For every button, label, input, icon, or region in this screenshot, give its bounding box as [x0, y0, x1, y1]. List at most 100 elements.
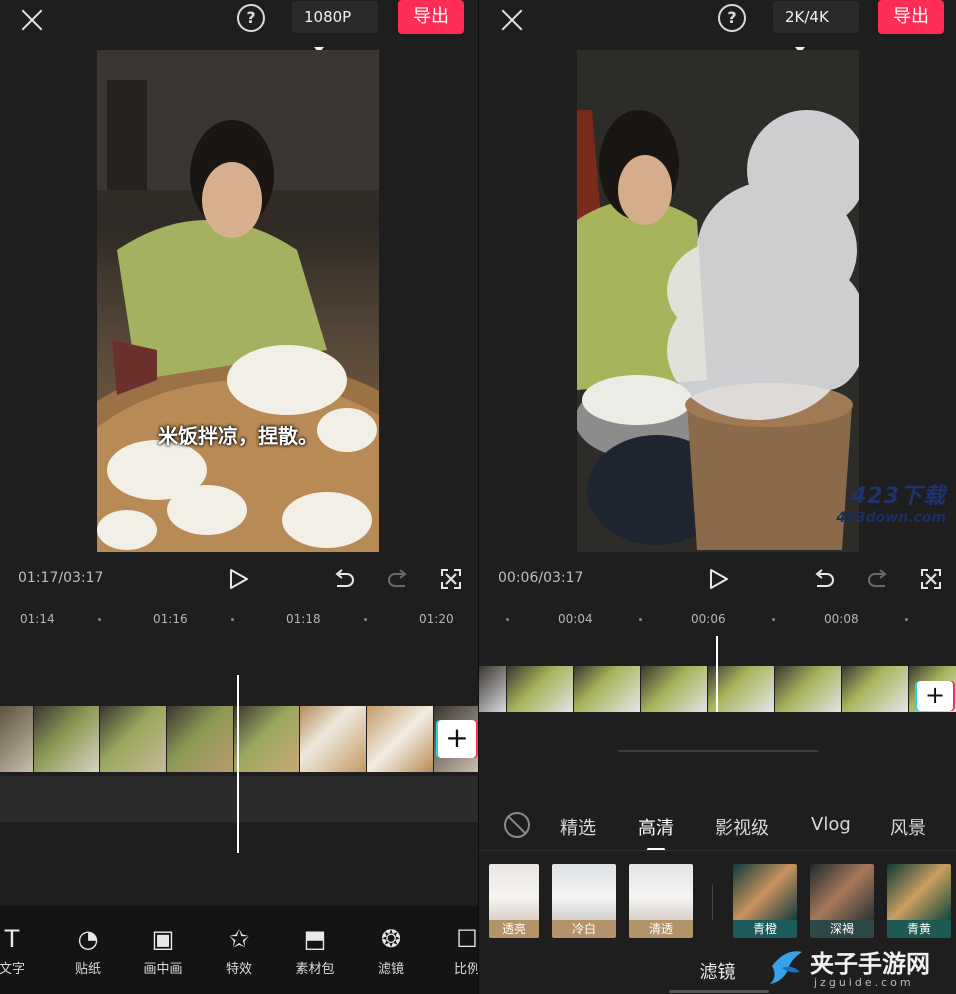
filter-icon: ❂: [380, 925, 402, 953]
clip-frame: [300, 706, 366, 772]
tool-label: 比例: [453, 962, 478, 977]
watermark-url: jzguide.com: [814, 976, 914, 989]
filter-thumb[interactable]: 清透: [629, 864, 693, 938]
divider: [479, 850, 956, 851]
preview-scene: [97, 50, 379, 552]
filter-label: 深褐: [810, 920, 874, 938]
filter-label: 冷白: [552, 920, 616, 938]
watermark-423down: 423下载 423down.com: [836, 478, 946, 526]
ruler-label: 00:06: [691, 612, 726, 626]
undo-icon[interactable]: [813, 568, 835, 590]
home-indicator: [669, 990, 769, 993]
undo-icon[interactable]: [333, 568, 355, 590]
filter-preview: [629, 864, 693, 920]
filter-label: 青橙: [733, 920, 797, 938]
filter-label: 清透: [629, 920, 693, 938]
jz-logo-icon: [770, 951, 802, 984]
no-filter-icon[interactable]: [504, 812, 530, 838]
export-button[interactable]: 导出: [398, 0, 464, 34]
audio-lane[interactable]: [0, 776, 478, 822]
clip-frame: [507, 666, 573, 712]
clip-frame: [367, 706, 433, 772]
timecode: 01:17/03:17: [18, 570, 104, 586]
fullscreen-icon[interactable]: [920, 568, 942, 590]
watermark-jzguide: 夹子手游网 jzguide.com: [768, 940, 956, 994]
tool-label: 特效: [225, 962, 252, 977]
clip-frame: [479, 666, 506, 712]
tab-category[interactable]: 高清: [638, 814, 674, 840]
filter-thumb[interactable]: 冷白: [552, 864, 616, 938]
ruler-dot: [639, 618, 642, 621]
ruler-label: 01:16: [153, 612, 188, 626]
ruler-dot: [231, 618, 234, 621]
clip-frame: [842, 666, 908, 712]
clip-frame: [234, 706, 299, 772]
tool-sticker[interactable]: ◔ 贴纸: [58, 924, 118, 977]
preview-scene: [577, 50, 859, 552]
help-icon[interactable]: ?: [237, 4, 265, 32]
left-editor-panel: ? 1080P 导出 米饭拌凉，捏散。 01:17/03:17 01:14 01…: [0, 0, 478, 994]
ruler-label: 01:14: [20, 612, 55, 626]
tool-label: 贴纸: [74, 962, 101, 977]
filter-thumb[interactable]: 青黄: [887, 864, 951, 938]
ruler-dot: [506, 618, 509, 621]
divider: [712, 884, 713, 920]
filter-thumb[interactable]: 透亮: [489, 864, 539, 938]
filter-preview: [489, 864, 539, 920]
tool-text[interactable]: T 文字: [0, 924, 42, 977]
close-icon[interactable]: [18, 6, 46, 34]
resolution-label: 2K/4K: [785, 8, 829, 26]
clip-frame: [0, 706, 33, 772]
ruler-dot: [364, 618, 367, 621]
video-subtitle: 米饭拌凉，捏散。: [158, 424, 318, 448]
watermark-url: 423down.com: [836, 510, 946, 526]
export-button[interactable]: 导出: [878, 0, 944, 34]
ruler-dot: [905, 618, 908, 621]
add-clip-button[interactable]: +: [438, 720, 476, 758]
close-icon[interactable]: [498, 6, 526, 34]
filter-thumb[interactable]: 深褐: [810, 864, 874, 938]
tool-effects[interactable]: ✩ 特效: [209, 924, 269, 977]
play-icon[interactable]: [229, 568, 249, 590]
clip-frame: [34, 706, 99, 772]
filter-preview: [810, 864, 874, 920]
video-preview: [577, 50, 859, 552]
filter-adjust-track[interactable]: [618, 750, 818, 752]
tool-pip[interactable]: ▣ 画中画: [133, 924, 193, 977]
redo-icon[interactable]: [867, 568, 889, 590]
watermark-site-name: 夹子手游网: [810, 949, 930, 978]
tab-category[interactable]: 风景: [890, 814, 926, 840]
tool-label: 画中画: [143, 962, 183, 977]
resolution-dropdown[interactable]: 2K/4K: [773, 1, 859, 53]
ruler-dot: [98, 618, 101, 621]
resolution-dropdown[interactable]: 1080P: [292, 1, 378, 53]
tool-filter[interactable]: ❂ 滤镜: [361, 924, 421, 977]
watermark-logo-text: 423下载: [851, 484, 946, 509]
help-icon[interactable]: ?: [718, 4, 746, 32]
filter-category-tabs: 精选 高清 影视级 Vlog 风景: [479, 808, 956, 851]
tool-ratio[interactable]: ☐ 比例: [437, 924, 478, 977]
redo-icon[interactable]: [387, 568, 409, 590]
material-pack-icon: ⬒: [303, 925, 327, 953]
playhead[interactable]: [237, 675, 239, 853]
add-clip-button[interactable]: +: [917, 681, 953, 711]
ruler-label: 01:20: [419, 612, 454, 626]
tab-category[interactable]: 精选: [560, 814, 596, 840]
tool-label: 素材包: [295, 962, 335, 977]
playhead[interactable]: [716, 636, 718, 712]
tab-category[interactable]: Vlog: [811, 814, 851, 835]
effects-icon: ✩: [228, 925, 250, 953]
time-ruler[interactable]: 01:14 01:16 01:18 01:20: [0, 606, 478, 632]
tab-category[interactable]: 影视级: [715, 814, 769, 840]
ratio-icon: ☐: [456, 925, 478, 953]
time-ruler[interactable]: 00:04 00:06 00:08: [479, 606, 956, 632]
clip-frame: [574, 666, 640, 712]
clip-frame: [641, 666, 707, 712]
clip-frame: [167, 706, 233, 772]
fullscreen-icon[interactable]: [440, 568, 462, 590]
play-icon[interactable]: [709, 568, 729, 590]
tool-material-pack[interactable]: ⬒ 素材包: [285, 924, 345, 977]
picture-in-picture-icon: ▣: [151, 925, 175, 953]
text-icon: T: [4, 925, 20, 953]
filter-thumb[interactable]: 青橙: [733, 864, 797, 938]
